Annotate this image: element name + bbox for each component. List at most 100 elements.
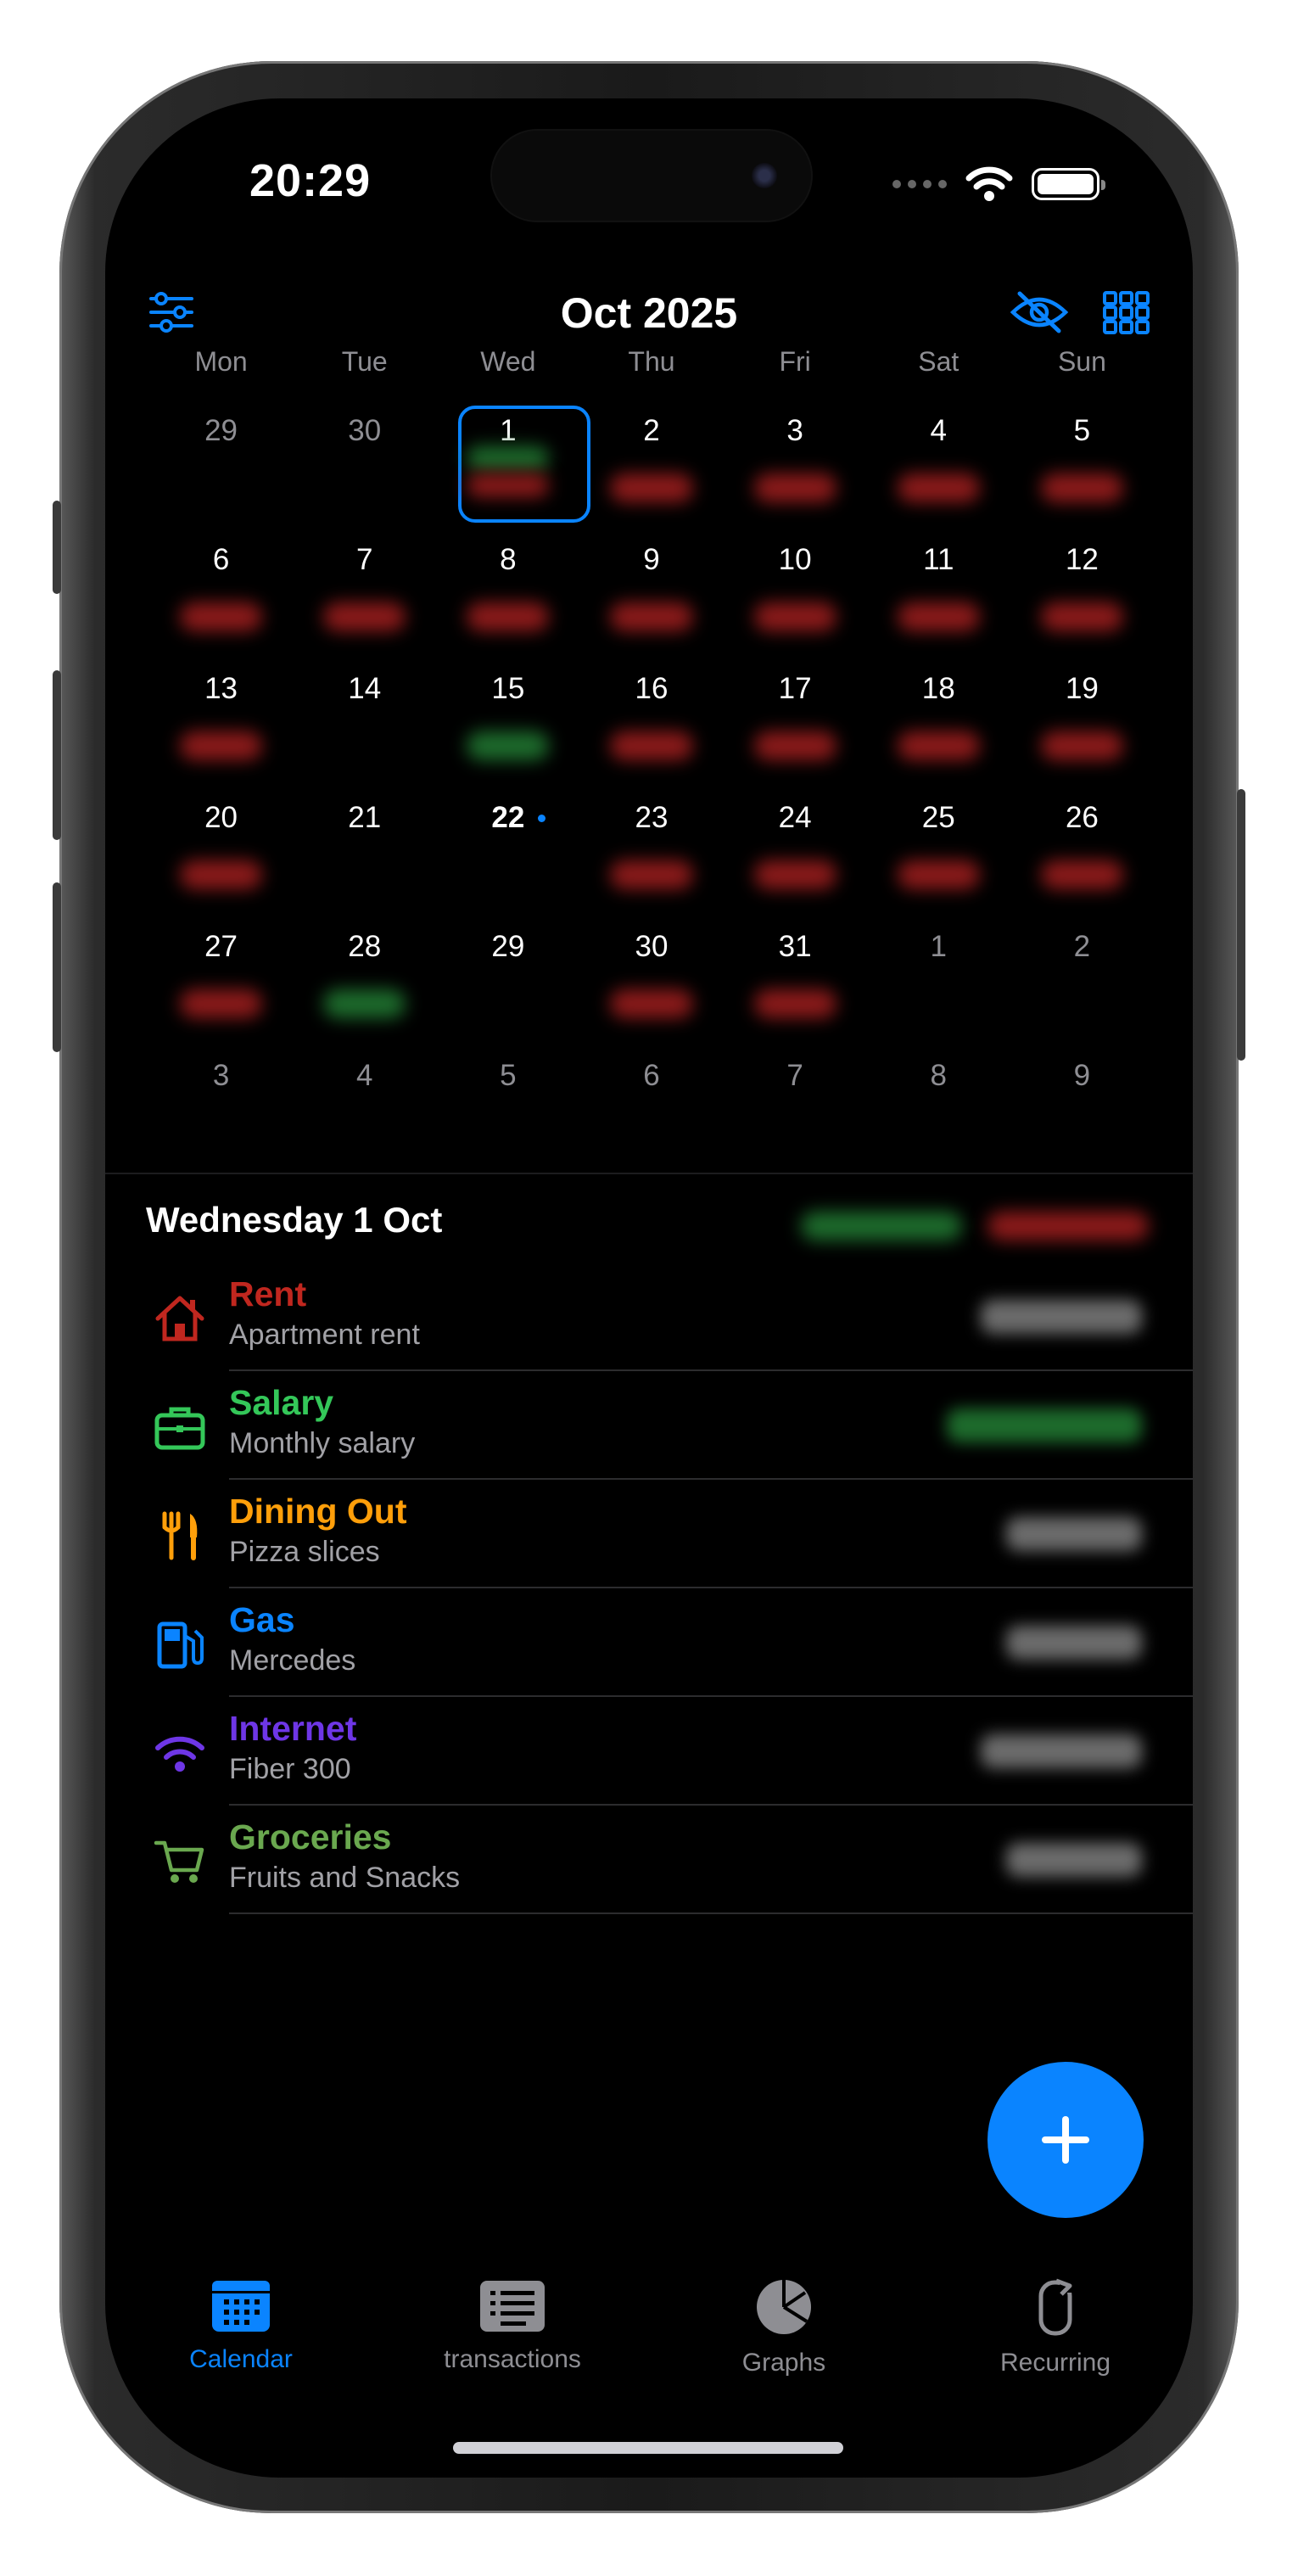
house-icon xyxy=(155,1296,204,1341)
day-income-total-hidden xyxy=(801,1212,962,1240)
calendar-day[interactable]: 12 xyxy=(1010,535,1154,664)
transaction-note: Mercedes xyxy=(229,1644,356,1677)
recurring-icon xyxy=(1038,2278,1073,2336)
calendar-day[interactable]: 6 xyxy=(149,535,293,664)
calendar-day[interactable]: 23 xyxy=(579,792,723,921)
calendar-day[interactable]: 9 xyxy=(1010,1050,1154,1179)
cart-icon xyxy=(154,1840,204,1883)
weekday-label: Mon xyxy=(194,346,248,377)
eye-slash-icon[interactable] xyxy=(1010,290,1069,334)
calendar-day-today[interactable]: 22 xyxy=(436,792,579,921)
calendar-day[interactable]: 31 xyxy=(724,921,867,1050)
transaction-name: Rent xyxy=(229,1274,307,1313)
transaction-note: Fruits and Snacks xyxy=(229,1862,461,1894)
calendar-day[interactable]: 30 xyxy=(579,921,723,1050)
calendar-day[interactable]: 8 xyxy=(436,535,579,664)
calendar-day[interactable]: 1 xyxy=(867,921,1010,1050)
transaction-row[interactable]: Dining Out Pizza slices xyxy=(105,1480,1193,1588)
calendar-day[interactable]: 16 xyxy=(579,664,723,792)
calendar-day[interactable]: 8 xyxy=(867,1050,1010,1179)
transaction-amount-hidden xyxy=(1006,1626,1142,1660)
calendar-day[interactable]: 15 xyxy=(436,664,579,792)
calendar-day[interactable]: 28 xyxy=(293,921,436,1050)
calendar-day[interactable]: 2 xyxy=(579,406,723,535)
today-indicator xyxy=(538,815,546,822)
calendar-day[interactable]: 13 xyxy=(149,664,293,792)
status-icons xyxy=(892,166,1105,202)
calendar-day[interactable]: 14 xyxy=(293,664,436,792)
tab-label: transactions xyxy=(444,2345,581,2373)
transaction-row[interactable]: Rent Apartment rent xyxy=(105,1263,1193,1371)
tab-transactions[interactable]: transactions xyxy=(402,2277,623,2374)
calendar-day[interactable]: 3 xyxy=(724,406,867,535)
calendar-day[interactable]: 27 xyxy=(149,921,293,1050)
volume-up-button xyxy=(53,670,61,840)
calendar-day[interactable]: 21 xyxy=(293,792,436,921)
battery-icon xyxy=(1032,168,1105,200)
transaction-name: Gas xyxy=(229,1600,295,1639)
pie-chart-icon xyxy=(757,2280,811,2334)
calendar-icon xyxy=(212,2281,270,2332)
calendar-day[interactable]: 2 xyxy=(1010,921,1154,1050)
transaction-amount-hidden xyxy=(1006,1843,1142,1877)
calendar-day[interactable]: 20 xyxy=(149,792,293,921)
transaction-name: Dining Out xyxy=(229,1492,407,1531)
signal-icon xyxy=(892,180,947,188)
calendar-day[interactable]: 24 xyxy=(724,792,867,921)
weekday-label: Sun xyxy=(1057,346,1106,377)
tab-label: Recurring xyxy=(999,2349,1111,2377)
calendar-day[interactable]: 3 xyxy=(149,1050,293,1179)
calendar-day[interactable]: 30 xyxy=(293,406,436,535)
calendar-day[interactable]: 25 xyxy=(867,792,1010,921)
action-button xyxy=(53,501,61,594)
plus-icon xyxy=(1042,2116,1089,2164)
calendar-day[interactable]: 7 xyxy=(724,1050,867,1179)
transaction-row[interactable]: Gas Mercedes xyxy=(105,1588,1193,1697)
home-indicator[interactable] xyxy=(453,2442,843,2454)
tab-calendar[interactable]: Calendar xyxy=(131,2277,351,2374)
section-divider xyxy=(105,1173,1193,1174)
transaction-row[interactable]: Groceries Fruits and Snacks xyxy=(105,1806,1193,1914)
weekday-label: Thu xyxy=(628,346,675,377)
calendar-day[interactable]: 4 xyxy=(867,406,1010,535)
weekday-label: Tue xyxy=(341,346,388,377)
calendar-day[interactable]: 17 xyxy=(724,664,867,792)
calendar-day[interactable]: 29 xyxy=(149,406,293,535)
calendar-day[interactable]: 26 xyxy=(1010,792,1154,921)
weekday-header: Mon Tue Wed Thu Fri Sat Sun xyxy=(105,346,1193,378)
transaction-row[interactable]: Salary Monthly salary xyxy=(105,1371,1193,1480)
volume-down-button xyxy=(53,882,61,1052)
transaction-list: Rent Apartment rent Salary Monthly salar… xyxy=(105,1263,1193,1914)
add-transaction-button[interactable] xyxy=(987,2062,1144,2218)
calendar-day[interactable]: 18 xyxy=(867,664,1010,792)
calendar-day[interactable]: 29 xyxy=(436,921,579,1050)
tab-recurring[interactable]: Recurring xyxy=(945,2277,1166,2377)
calendar-day[interactable]: 6 xyxy=(579,1050,723,1179)
calendar-day[interactable]: 5 xyxy=(1010,406,1154,535)
transaction-amount-hidden xyxy=(947,1408,1142,1442)
calendar-day[interactable]: 10 xyxy=(724,535,867,664)
fork-knife-icon xyxy=(162,1511,198,1560)
app-screen: 20:29 Oct 2025 Mon Tue Wed Thu Fri Sat S… xyxy=(105,98,1193,2478)
calendar-day-selected[interactable]: 1 xyxy=(436,406,591,535)
calendar-day[interactable]: 19 xyxy=(1010,664,1154,792)
calendar-day[interactable]: 11 xyxy=(867,535,1010,664)
weekday-label: Wed xyxy=(480,346,536,377)
calendar-day[interactable]: 4 xyxy=(293,1050,436,1179)
calendar-header: Oct 2025 xyxy=(105,278,1193,346)
grid-icon[interactable] xyxy=(1103,290,1150,334)
calendar-day[interactable]: 7 xyxy=(293,535,436,664)
transaction-name: Groceries xyxy=(229,1817,392,1856)
calendar-day[interactable]: 9 xyxy=(579,535,723,664)
transaction-note: Monthly salary xyxy=(229,1427,416,1459)
calendar-grid: 29 30 1 2 3 4 5 6 7 8 9 10 11 12 13 14 1… xyxy=(105,406,1193,1179)
transaction-name: Salary xyxy=(229,1383,334,1422)
transaction-row[interactable]: Internet Fiber 300 xyxy=(105,1697,1193,1806)
tab-label: Graphs xyxy=(741,2349,826,2377)
tab-graphs[interactable]: Graphs xyxy=(674,2277,894,2377)
calendar-day[interactable]: 5 xyxy=(436,1050,579,1179)
camera xyxy=(752,163,777,188)
day-expense-total-hidden xyxy=(987,1212,1149,1240)
fuel-pump-icon xyxy=(157,1621,204,1669)
power-button xyxy=(1237,789,1245,1061)
